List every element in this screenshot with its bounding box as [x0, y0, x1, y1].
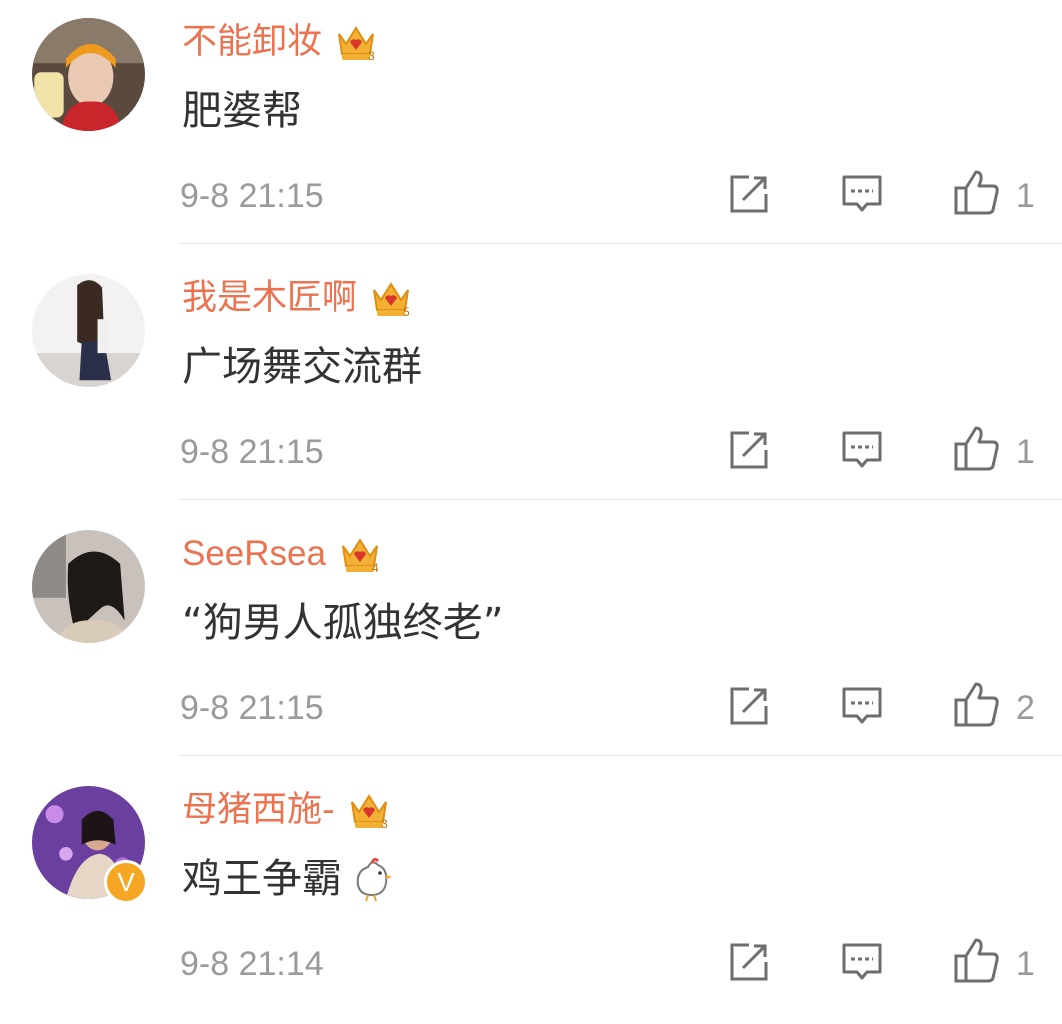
share-icon[interactable] — [727, 684, 771, 728]
avatar[interactable] — [32, 274, 145, 387]
comment-text-body: 鸡王争霸 — [182, 856, 342, 902]
share-icon[interactable] — [727, 172, 771, 216]
like-count: 1 — [1016, 433, 1035, 471]
username[interactable]: 不能卸妆 3 — [182, 20, 378, 64]
like-count: 2 — [1016, 689, 1035, 727]
comment-text-body: 广场舞交流群 — [182, 344, 422, 390]
share-icon[interactable] — [727, 940, 771, 984]
comment-text: “狗男人孤独终老” — [182, 598, 503, 648]
username[interactable]: 母猪西施- 3 — [182, 788, 391, 832]
thumbs-up-icon[interactable] — [952, 936, 1000, 984]
vip-crown-icon: 3 — [350, 794, 388, 831]
comment-icon[interactable] — [840, 684, 884, 728]
divider — [180, 499, 1062, 500]
divider — [180, 755, 1062, 756]
thumbs-up-icon[interactable] — [952, 168, 1000, 216]
comment-item: 母猪西施- 3 鸡王争霸 9-8 21:14 1 — [0, 768, 1062, 1024]
avatar[interactable] — [32, 530, 145, 643]
vip-crown-icon: 4 — [341, 538, 379, 575]
verified-badge: V — [104, 860, 148, 904]
vip-crown-icon: 5 — [373, 282, 410, 319]
thumbs-up-icon[interactable] — [952, 680, 1000, 728]
timestamp: 9-8 21:14 — [180, 945, 324, 983]
comment-item: SeeRsea 4 “狗男人孤独终老” 9-8 21:15 2 — [0, 512, 1062, 768]
comment-text: 肥婆帮 — [182, 86, 302, 136]
comment-item: 不能卸妆 3 肥婆帮 9-8 21:15 1 — [0, 0, 1062, 256]
svg-text:3: 3 — [381, 817, 388, 831]
comment-item: 我是木匠啊 5 广场舞交流群 9-8 21:15 1 — [0, 256, 1062, 512]
svg-text:5: 5 — [403, 305, 410, 319]
divider — [180, 243, 1062, 244]
svg-text:4: 4 — [372, 561, 379, 575]
svg-text:3: 3 — [368, 49, 375, 63]
comment-text: 广场舞交流群 — [182, 342, 422, 392]
username-text: 我是木匠啊 — [182, 278, 358, 318]
thumbs-up-icon[interactable] — [952, 424, 1000, 472]
chick-emoji — [356, 857, 392, 902]
username[interactable]: 我是木匠啊 5 — [182, 276, 413, 320]
username-text: 不能卸妆 — [182, 22, 323, 62]
comment-icon[interactable] — [840, 940, 884, 984]
comment-icon[interactable] — [840, 428, 884, 472]
like-count: 1 — [1016, 177, 1035, 215]
username-text: SeeRsea — [182, 534, 326, 573]
avatar[interactable] — [32, 18, 145, 131]
comment-text: 鸡王争霸 — [182, 854, 396, 904]
username[interactable]: SeeRsea 4 — [182, 532, 382, 576]
comment-icon[interactable] — [840, 172, 884, 216]
timestamp: 9-8 21:15 — [180, 433, 324, 471]
comment-text-body: “狗男人孤独终老” — [182, 600, 504, 646]
comment-text-body: 肥婆帮 — [182, 88, 302, 134]
share-icon[interactable] — [727, 428, 771, 472]
username-text: 母猪西施- — [182, 790, 335, 830]
vip-crown-icon: 3 — [338, 26, 375, 63]
timestamp: 9-8 21:15 — [180, 689, 324, 727]
like-count: 1 — [1016, 945, 1035, 983]
timestamp: 9-8 21:15 — [180, 177, 324, 215]
